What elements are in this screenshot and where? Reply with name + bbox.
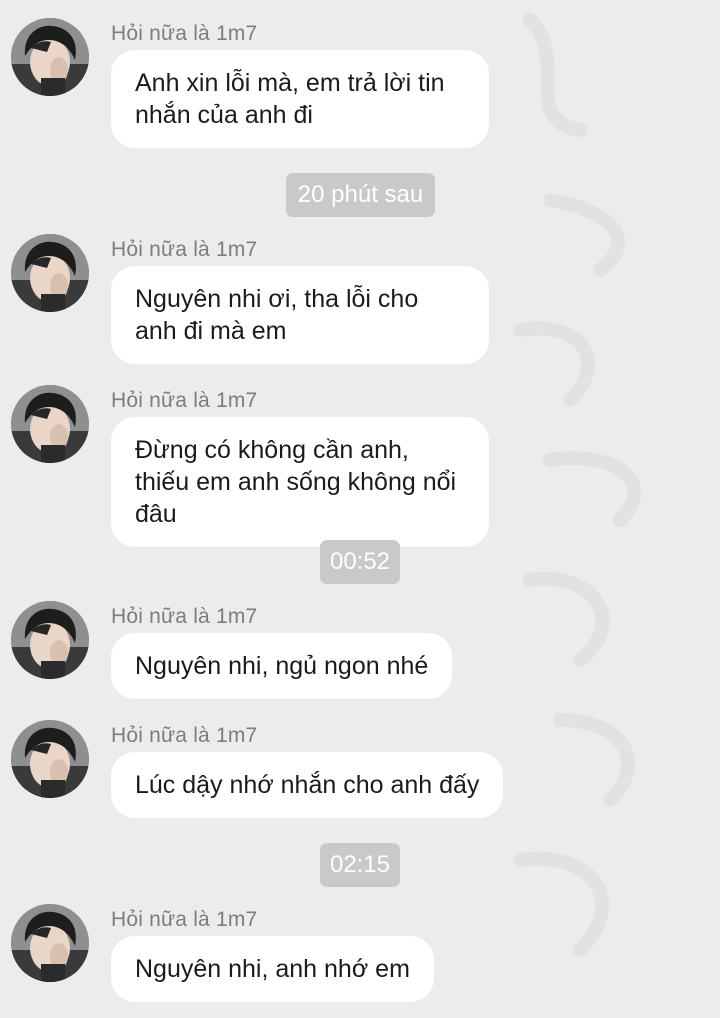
avatar[interactable] — [11, 904, 89, 982]
message-bubble[interactable]: Nguyên nhi, anh nhớ em — [111, 936, 434, 1002]
sender-name: Hỏi nữa là 1m7 — [111, 22, 258, 45]
avatar[interactable] — [11, 601, 89, 679]
message-bubble[interactable]: Anh xin lỗi mà, em trả lời tin nhắn của … — [111, 50, 489, 148]
message-bubble[interactable]: Nguyên nhi ơi, tha lỗi cho anh đi mà em — [111, 266, 489, 364]
message-bubble[interactable]: Lúc dậy nhớ nhắn cho anh đấy — [111, 752, 504, 818]
watermark-pattern — [513, 13, 642, 957]
timestamp-divider: 20 phút sau — [286, 173, 435, 217]
message-bubble[interactable]: Nguyên nhi, ngủ ngon nhé — [111, 633, 453, 699]
timestamp-divider: 00:52 — [320, 540, 400, 584]
sender-name: Hỏi nữa là 1m7 — [111, 238, 258, 261]
sender-name: Hỏi nữa là 1m7 — [111, 605, 258, 628]
sender-name: Hỏi nữa là 1m7 — [111, 724, 258, 747]
avatar[interactable] — [11, 234, 89, 312]
sender-name: Hỏi nữa là 1m7 — [111, 389, 258, 412]
message-bubble[interactable]: Đừng có không cần anh, thiếu em anh sống… — [111, 417, 489, 547]
avatar[interactable] — [11, 720, 89, 798]
timestamp-divider: 02:15 — [320, 843, 400, 887]
chat-conversation: Hỏi nữa là 1m7 Anh xin lỗi mà, em trả lờ… — [0, 0, 720, 1018]
avatar[interactable] — [11, 385, 89, 463]
sender-name: Hỏi nữa là 1m7 — [111, 908, 258, 931]
avatar[interactable] — [11, 18, 89, 96]
